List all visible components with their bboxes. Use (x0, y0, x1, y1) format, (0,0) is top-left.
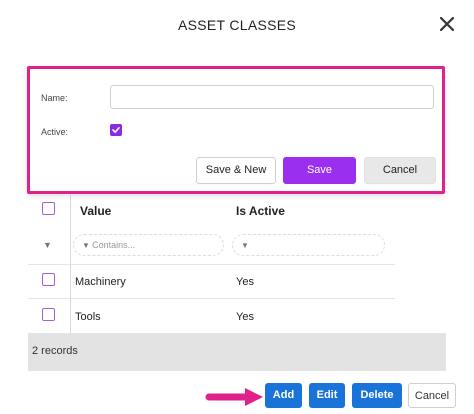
active-checkbox[interactable] (110, 124, 122, 136)
add-button[interactable]: Add (265, 383, 302, 408)
close-icon[interactable] (437, 14, 457, 34)
filter-placeholder: Contains... (92, 240, 136, 250)
row-checkbox[interactable] (42, 273, 55, 286)
name-label: Name: (41, 93, 68, 103)
delete-button[interactable]: Delete (352, 383, 402, 408)
select-all-checkbox[interactable] (42, 202, 55, 215)
save-button[interactable]: Save (283, 157, 356, 184)
row-active: Yes (236, 276, 254, 288)
filter-icon: ▼ (241, 241, 249, 250)
asset-class-form: Name: Active: Save & New Save Cancel (27, 66, 445, 194)
column-header-is-active[interactable]: Is Active (236, 204, 285, 218)
row-checkbox[interactable] (42, 308, 55, 321)
edit-button[interactable]: Edit (309, 383, 345, 408)
value-filter-input[interactable]: ▼ Contains... (73, 234, 224, 256)
record-count: 2 records (32, 345, 78, 357)
row-divider (28, 264, 395, 265)
cancel-button[interactable]: Cancel (408, 383, 456, 408)
filter-icon: ▼ (82, 241, 93, 250)
check-icon (112, 127, 120, 133)
column-header-value[interactable]: Value (80, 204, 111, 218)
row-divider (28, 298, 395, 299)
arrow-pointer-icon (205, 388, 263, 406)
grid-footer: 2 records (28, 333, 446, 371)
name-input[interactable] (110, 85, 434, 109)
row-value: Tools (75, 311, 101, 323)
row-value: Machinery (75, 276, 126, 288)
dialog-title: ASSET CLASSES (177, 17, 297, 33)
form-cancel-button[interactable]: Cancel (364, 157, 436, 184)
save-and-new-button[interactable]: Save & New (196, 157, 276, 184)
is-active-filter-input[interactable]: ▼ (232, 234, 385, 256)
active-label: Active: (41, 127, 69, 137)
filter-icon[interactable]: ▼ (43, 240, 52, 250)
column-divider (70, 195, 71, 335)
row-active: Yes (236, 311, 254, 323)
